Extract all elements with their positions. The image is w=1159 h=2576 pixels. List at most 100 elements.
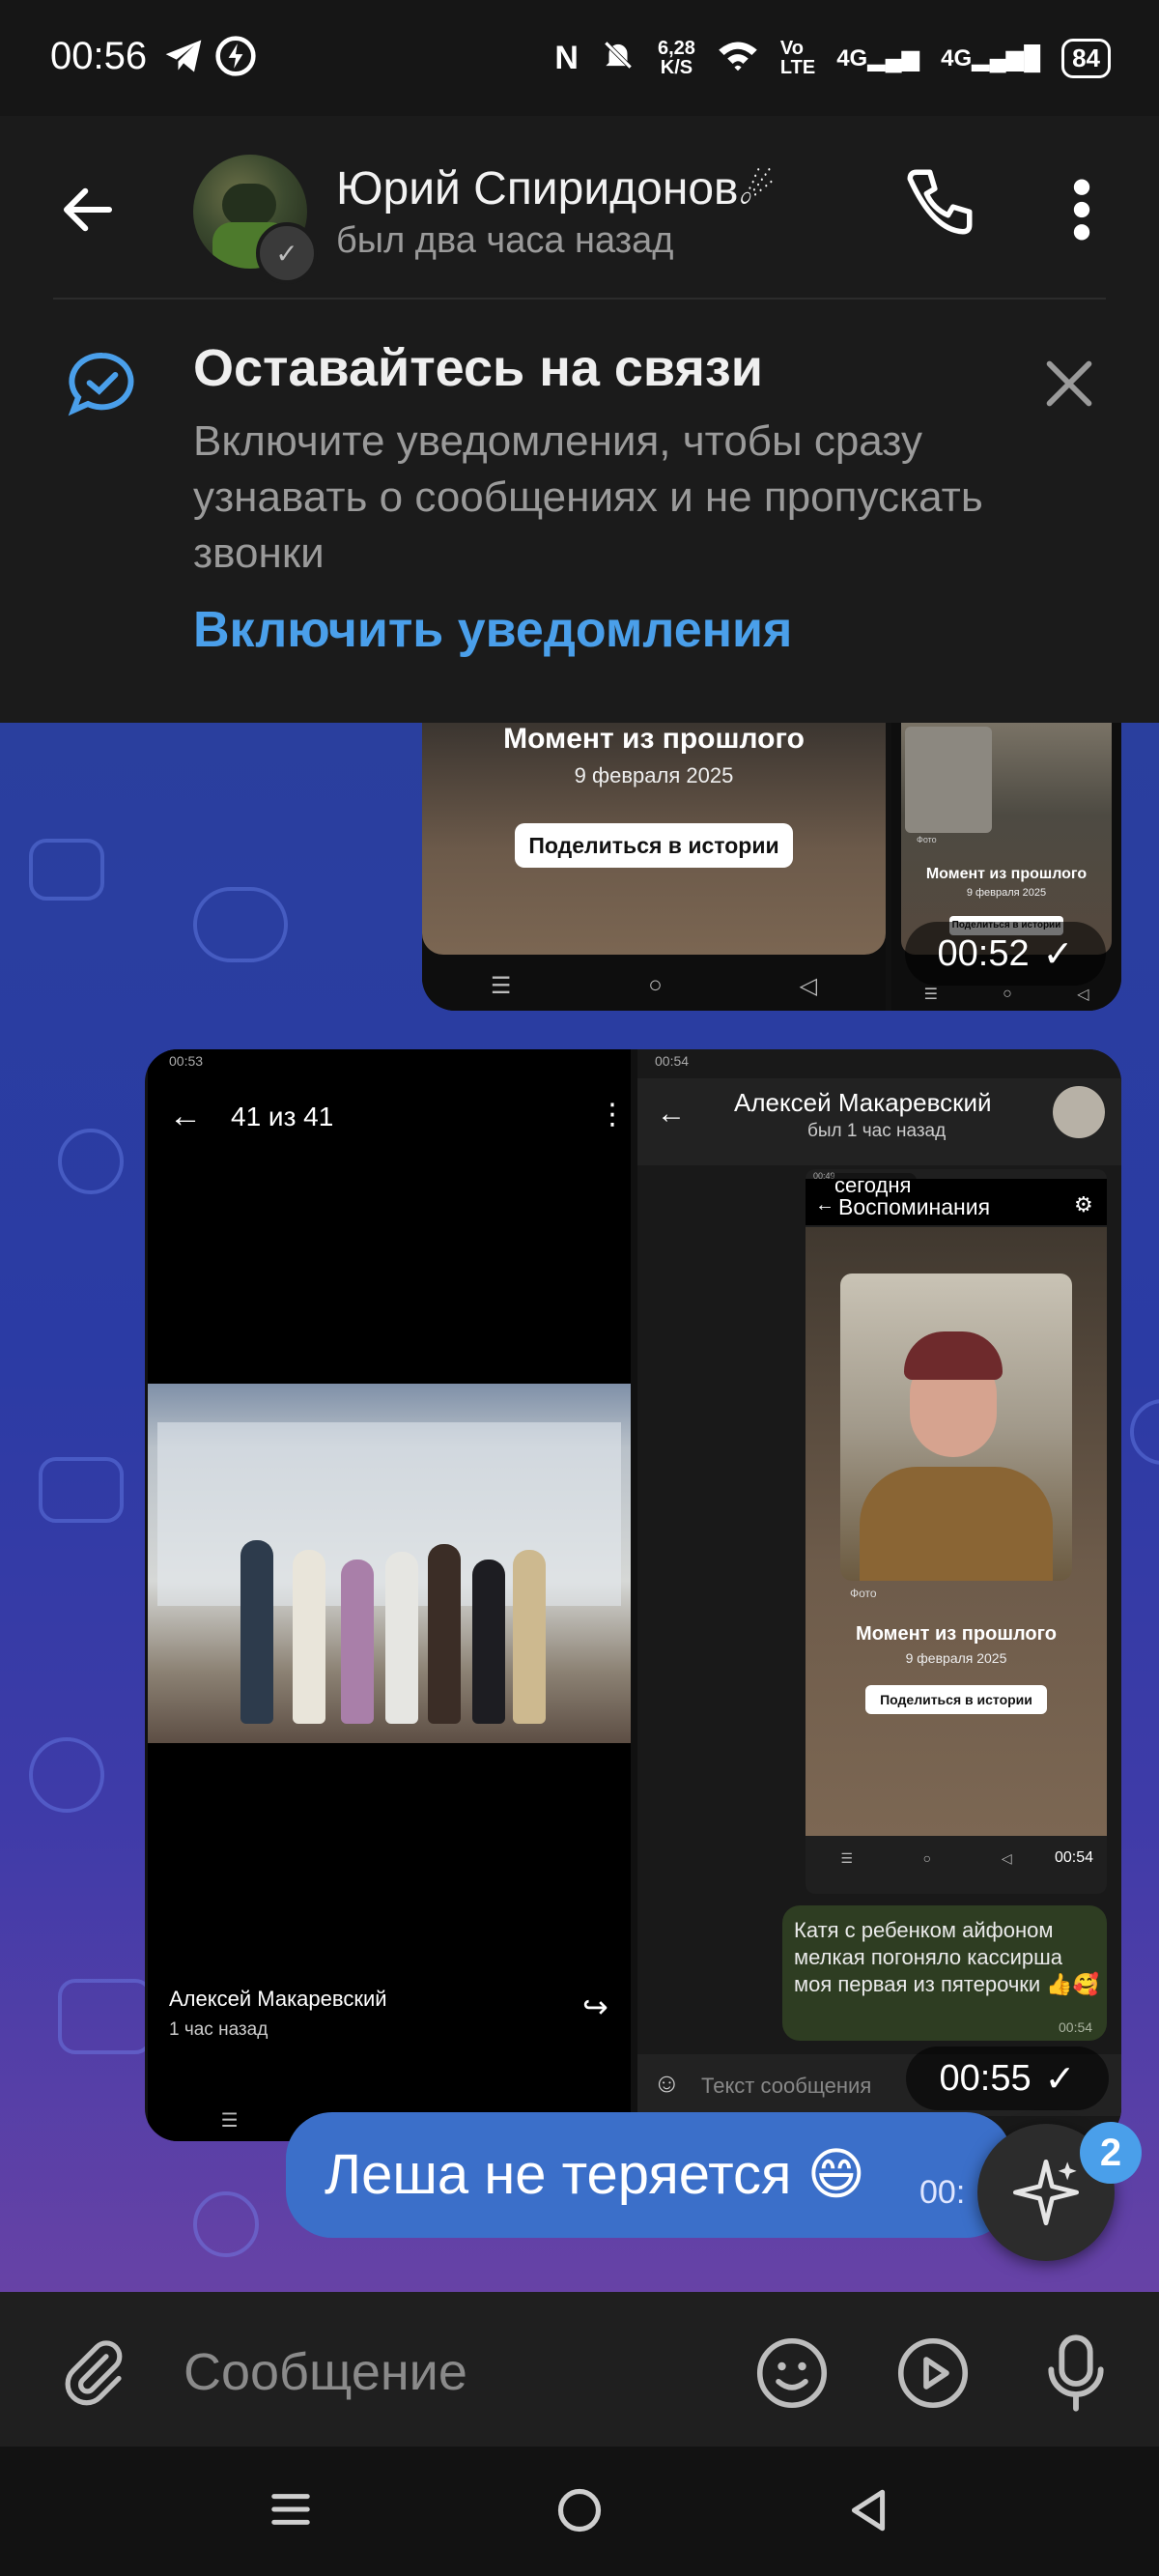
memory-time: 00:54 [1055,1849,1094,1866]
menu-icon: ☰ [840,1849,853,1866]
phone-navbar: ☰ ○ ◁ [806,1844,1047,1873]
message-input-bar: Сообщение [0,2292,1159,2447]
reply-bubble: Катя с ребенком айфоном мелкая погоняло … [782,1905,1107,2041]
close-icon[interactable] [1035,350,1103,417]
status-time: 00:56 [50,35,148,77]
person [385,1552,418,1724]
photo-counter: 41 из 41 [231,1102,334,1131]
memory-date: 9 февраля 2025 [905,1650,1007,1666]
play-circle-icon[interactable] [892,2333,974,2419]
nfc-icon: N [554,39,579,76]
doodle [29,839,104,901]
share-story-button: Поделиться в истории [865,1685,1047,1714]
chat-bubble-check-icon [64,346,141,428]
system-navbar [0,2447,1159,2576]
inner-status-time: 00:54 [655,1053,690,1069]
memory-title-small: Момент из прошлого [925,866,1088,882]
battery-indicator: 84 [1061,38,1111,78]
read-check-icon: ✓ [1044,2058,1076,2100]
sparkle-icon [1012,2159,1080,2226]
menu-icon: ☰ [220,2109,239,2132]
net-speed: 6,28 K/S [657,38,695,78]
message-input[interactable]: Сообщение [184,2342,467,2402]
person [341,1560,374,1724]
volte-indicator: Vo LTE [779,38,816,78]
screenshot-gallery[interactable]: 00:53 ← 41 из 41 ⋮ Алексей Макаревский 1… [148,1049,631,2141]
read-check-icon: ✓ [1042,933,1074,975]
inner-input-placeholder: Текст сообщения [701,2074,872,2098]
contact-status: был два часа назад [336,220,674,261]
group-photo [148,1384,631,1743]
chat-header: ✓ Юрий Спиридонов☄ был два часа назад [0,116,1159,300]
photo-author: Алексей Макаревский [169,1987,387,2011]
photo-time-ago: 1 час назад [169,2019,269,2040]
memory-title: Момент из прошлого [503,723,805,755]
doodle [58,1129,124,1194]
home-circle-icon: ○ [922,1850,932,1866]
outgoing-text-bubble[interactable]: Леша не теряется 😄 00: [286,2112,1012,2238]
share-icon: ↪ [582,1989,608,2024]
message-time-pill: 00:55 ✓ [906,2046,1109,2110]
wifi-icon [717,38,759,79]
phone-navbar: ☰ ○ ◁ [422,966,886,1005]
back-triangle-icon: ◁ [1077,987,1089,1003]
mute-bell-icon [600,37,636,80]
photo-label: Фото [917,835,937,844]
doodle [193,2191,259,2257]
doodle [1130,1399,1159,1465]
menu-icon: ☰ [923,987,938,1003]
photo-label: Фото [850,1587,877,1600]
chat-background[interactable]: Момент из прошлого 9 февраля 2025 Подели… [0,723,1159,2292]
doodle [58,1979,153,2054]
settings-gear-icon: ⚙ [1074,1192,1093,1216]
inner-chat-name: Алексей Макаревский [734,1088,992,1117]
back-arrow-icon[interactable] [56,178,120,246]
emoji-icon[interactable] [751,2333,833,2419]
photo-thumbnail [905,727,992,833]
person [240,1540,273,1724]
selfie-photo [840,1274,1072,1581]
date-chip: сегодня [829,1173,918,1198]
emoji-icon: ☺ [653,2068,681,2098]
screenshot-chat[interactable]: 00:54 ← Алексей Макаревский был 1 час на… [637,1049,1121,2141]
app-notification-icon [214,35,257,82]
paperclip-icon[interactable] [56,2334,131,2415]
signal-1: 4G▂▄▆ [836,44,920,72]
enable-notifications-link[interactable]: Включить уведомления [193,601,792,659]
doodle [29,1737,104,1813]
back-arrow-icon: ← [815,1194,834,1216]
recents-menu-icon[interactable] [269,2485,313,2538]
back-arrow-icon: ← [169,1098,202,1134]
person [472,1560,505,1724]
media-message-1[interactable]: Момент из прошлого 9 февраля 2025 Подели… [422,723,1121,1011]
message-text: Леша не теряется 😄 [325,2143,866,2206]
comet-emoji-icon: ☄ [738,167,776,213]
back-triangle-icon[interactable] [844,2485,892,2540]
home-circle-icon[interactable] [554,2485,605,2540]
memory-card: Момент из прошлого 9 февраля 2025 Подели… [422,723,886,955]
hat [904,1331,1003,1380]
verified-check-icon: ✓ [256,222,318,284]
contact-name[interactable]: Юрий Спиридонов☄ [336,162,775,215]
media-message-2[interactable]: 00:53 ← 41 из 41 ⋮ Алексей Макаревский 1… [145,1049,1121,2141]
doodle [39,1457,124,1523]
message-time-pill: 00:52 ✓ [905,922,1106,986]
doodle [193,887,288,962]
back-triangle-icon: ◁ [1001,1849,1012,1866]
phone-icon[interactable] [900,162,979,246]
screenshot-left[interactable]: Момент из прошлого 9 февраля 2025 Подели… [422,723,886,1011]
more-vert-icon[interactable] [1062,176,1101,248]
banner-text: Включите уведомления, чтобы сразу узнава… [193,417,983,577]
memories-screenshot: 00:49 Воспоминания ← ⚙ Фото Момент из пр… [806,1169,1107,1894]
back-triangle-icon: ◁ [799,972,818,999]
more-vert-icon: ⋮ [598,1099,627,1131]
memory-date: 9 февраля 2025 [574,763,734,787]
notification-banner: Оставайтесь на связи Включите уведомлени… [0,300,1159,723]
home-circle-icon: ○ [1003,986,1012,1002]
person [513,1550,546,1724]
status-bar: 00:56 N 6,28 K/S Vo LTE 4G▂▄▆ 4G▂▄▆█ 84 [0,0,1159,116]
microphone-icon[interactable] [1039,2331,1113,2420]
share-story-button[interactable]: Поделиться в истории [515,823,793,868]
memory-card-small: Фото Момент из прошлого 9 февраля 2025 П… [901,723,1112,955]
telegram-icon [162,35,205,82]
